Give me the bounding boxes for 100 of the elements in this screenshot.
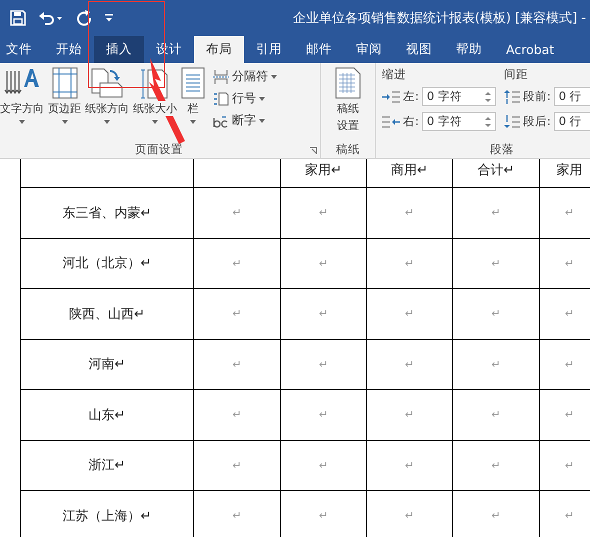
orientation-icon (90, 67, 124, 99)
section-title: 缩进 (382, 67, 407, 83)
table-cell: ↵ (453, 238, 540, 289)
table-cell: ↵ (540, 440, 590, 491)
table-cell: ↵ (194, 340, 281, 390)
table-cell: ↵ (367, 390, 453, 440)
table-cell: ↵ (453, 491, 540, 537)
table-cell: ↵ (281, 188, 367, 238)
section-title: 间距 (504, 67, 529, 83)
table-cell: ↵ (367, 289, 453, 340)
table-cell: ↵ (194, 440, 281, 491)
customize-caret-icon[interactable] (104, 13, 114, 23)
table-cell: ↵ (281, 238, 367, 289)
table-cell: ↵ (540, 188, 590, 238)
ribbon-tab[interactable]: 审阅 (344, 36, 394, 63)
group-label: 段落 (490, 142, 514, 156)
ribbon-tab[interactable]: 布局 (194, 36, 244, 63)
table-cell: 河南↵ (21, 340, 194, 390)
caret-icon (190, 120, 196, 124)
ribbon-button[interactable]: 分隔符 (211, 67, 279, 86)
table-cell: ↵ (367, 238, 453, 289)
group-label: 页面设置 (135, 142, 183, 156)
ribbon-button[interactable]: 栏 (179, 67, 207, 140)
ribbon-button[interactable]: 文字方向 (0, 67, 46, 140)
table-cell: ↵ (194, 491, 281, 537)
table-cell: ↵ (281, 440, 367, 491)
table-cell: 河北（北京）↵ (21, 238, 194, 289)
spinner-arrows-icon[interactable] (484, 116, 491, 128)
caret-icon (104, 120, 110, 124)
caret-icon (62, 120, 68, 124)
spin-field[interactable]: 0 字符 (422, 112, 496, 131)
table-cell: ↵ (453, 188, 540, 238)
ribbon-tab[interactable]: 引用 (244, 36, 294, 63)
columns-icon (181, 67, 205, 99)
table-cell: 合计↵ (453, 159, 540, 188)
table-cell: ↵ (281, 340, 367, 390)
table-cell: 江苏（上海）↵ (21, 491, 194, 537)
grid-paper-icon (335, 67, 361, 99)
table-cell: ↵ (453, 390, 540, 440)
table-cell: ↵ (453, 440, 540, 491)
ribbon-tab[interactable]: 帮助 (444, 36, 494, 63)
table-cell: ↵ (194, 188, 281, 238)
table-cell: ↵ (367, 491, 453, 537)
table-cell: ↵ (281, 390, 367, 440)
table-cell: ↵ (194, 390, 281, 440)
ribbon-button[interactable]: 断字 (211, 111, 279, 130)
table-cell: ↵ (367, 440, 453, 491)
manuscript-setup-button[interactable]: 稿纸 设置 (333, 67, 363, 140)
ribbon-tab[interactable]: 文件 (0, 36, 44, 63)
spin-field[interactable]: 0 字符 (422, 87, 496, 106)
table-cell: 陕西、山西↵ (21, 289, 194, 340)
table-cell: 山东↵ (21, 390, 194, 440)
field-label: 段后: (522, 114, 551, 129)
caret-icon (19, 120, 25, 124)
table-cell: ↵ (194, 238, 281, 289)
table-cell: ↵ (540, 340, 590, 390)
breaks-icon (213, 70, 229, 84)
margins-icon (52, 67, 78, 99)
table-cell: 商用↵ (367, 159, 453, 188)
spin-field[interactable]: 0 行 (554, 87, 590, 106)
field-label: 左: (403, 89, 419, 104)
table-cell: ↵ (453, 289, 540, 340)
field-label: 右: (403, 114, 419, 129)
table-cell: ↵ (367, 188, 453, 238)
window-title: 企业单位各项销售数据统计报表(模板) [兼容模式] - (292, 10, 586, 27)
ribbon-tab[interactable]: 视图 (394, 36, 444, 63)
ribbon-tab[interactable]: Acrobat (494, 36, 566, 63)
table-cell: 家用↵ (281, 159, 367, 188)
dialog-launcher-icon[interactable] (310, 147, 317, 154)
spinner-arrows-icon[interactable] (484, 90, 491, 102)
ribbon-tab[interactable]: 开始 (44, 36, 94, 63)
caret-icon (259, 118, 265, 122)
table-cell: ↵ (540, 491, 590, 537)
save-icon[interactable] (10, 10, 26, 26)
hyphenation-icon (213, 114, 229, 128)
group-label: 稿纸 (336, 142, 360, 156)
field-label: 段前: (522, 89, 551, 104)
caret-icon (152, 120, 158, 124)
table-cell: ↵ (453, 340, 540, 390)
indent-left-icon (382, 90, 400, 102)
table-cell: 东三省、内蒙↵ (21, 188, 194, 238)
ribbon-tab[interactable]: 插入 (94, 36, 144, 63)
table-cell: ↵ (281, 289, 367, 340)
spacing-before-icon (504, 90, 520, 104)
caret-icon (259, 96, 265, 100)
ribbon-button[interactable]: 行号 (211, 89, 279, 108)
indent-right-icon (382, 116, 400, 128)
table-cell: ↵ (540, 390, 590, 440)
spacing-after-icon (504, 114, 520, 128)
ribbon-button[interactable]: 纸张方向 (83, 67, 131, 140)
spin-field[interactable]: 0 行 (554, 112, 590, 131)
caret-icon (271, 74, 277, 78)
table-cell: 家用 (540, 159, 590, 188)
table-cell: ↵ (367, 340, 453, 390)
ribbon-button[interactable]: 页边距 (46, 67, 83, 140)
ribbon-tab[interactable]: 邮件 (294, 36, 344, 63)
redo-icon[interactable] (76, 10, 92, 26)
undo-icon[interactable] (38, 10, 64, 26)
table-cell: 浙江↵ (21, 440, 194, 491)
table-cell: ↵ (281, 491, 367, 537)
